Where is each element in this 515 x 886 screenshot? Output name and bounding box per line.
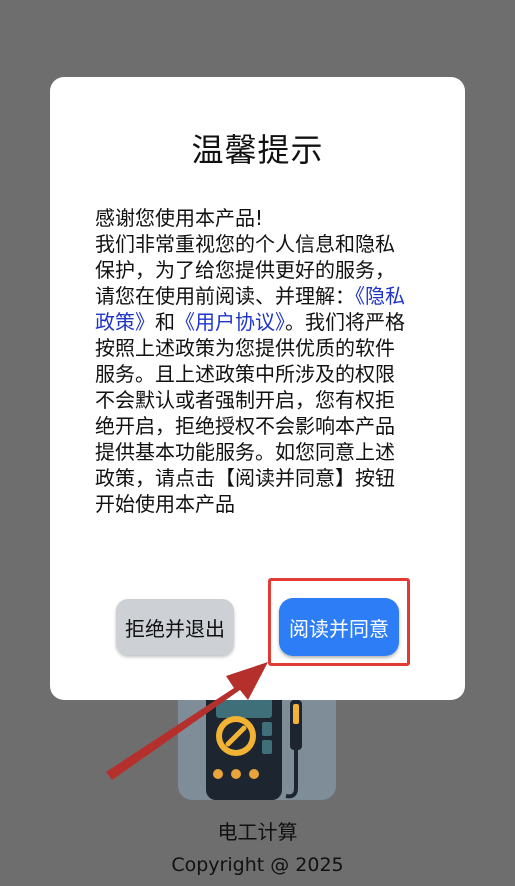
dialog-body: 感谢您使用本产品! 我们非常重视您的个人信息和隐私保护，为了给您提供更好的服务，… bbox=[95, 205, 413, 517]
body-part1: 我们非常重视您的个人信息和隐私保护，为了给您提供更好的服务，请您在使用前阅读、并… bbox=[95, 232, 395, 308]
body-part2: 。我们将严格按照上述政策为您提供优质的软件服务。且上述政策中所涉及的权限不会默认… bbox=[95, 310, 405, 516]
privacy-dialog: 温馨提示 感谢您使用本产品! 我们非常重视您的个人信息和隐私保护，为了给您提供更… bbox=[50, 77, 465, 700]
copyright-text: Copyright @ 2025 bbox=[171, 854, 344, 876]
body-intro: 感谢您使用本产品! bbox=[95, 206, 264, 230]
accept-agree-button[interactable]: 阅读并同意 bbox=[279, 598, 399, 656]
reject-exit-button[interactable]: 拒绝并退出 bbox=[116, 599, 234, 655]
dialog-title: 温馨提示 bbox=[191, 131, 324, 169]
body-text: 我们非常重视您的个人信息和隐私保护，为了给您提供更好的服务，请您在使用前阅读、并… bbox=[95, 231, 413, 517]
body-and: 和 bbox=[155, 310, 175, 334]
user-agreement-link[interactable]: 《用户协议》 bbox=[175, 310, 285, 334]
app-name: 电工计算 bbox=[217, 820, 298, 844]
